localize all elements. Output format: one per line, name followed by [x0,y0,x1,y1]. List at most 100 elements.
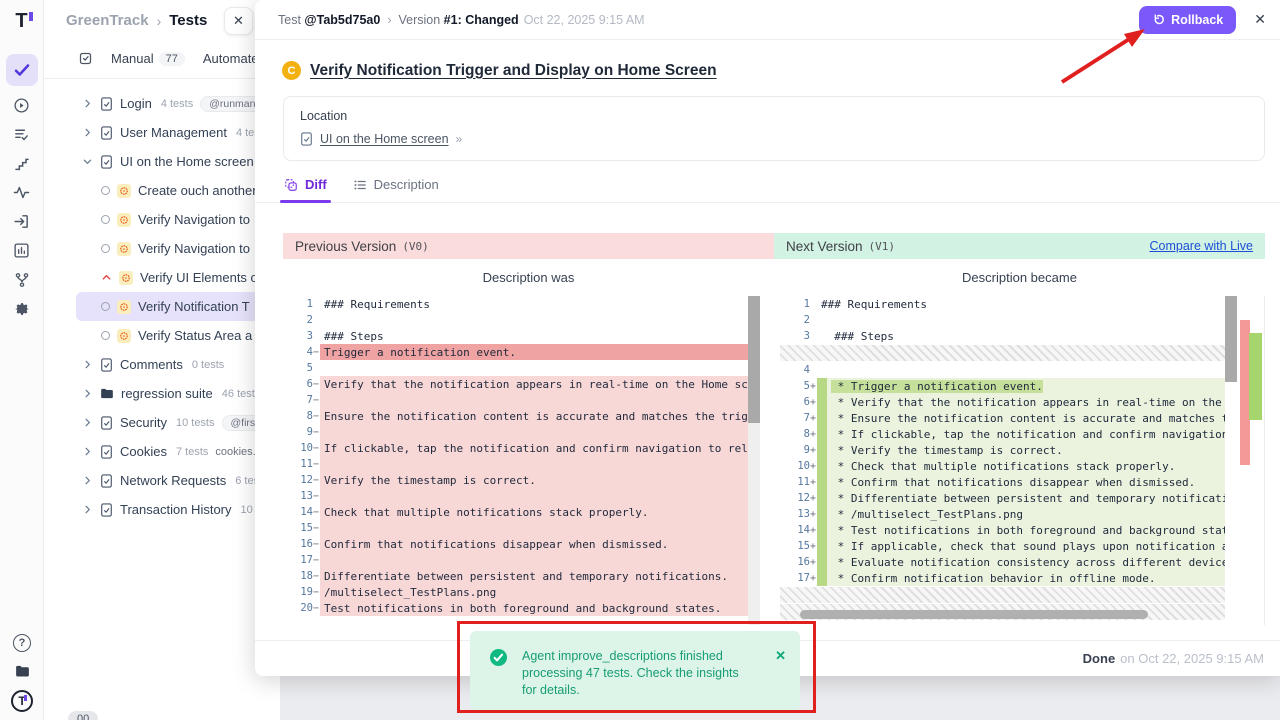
activity-icon[interactable] [6,179,38,206]
test-lists-icon[interactable] [6,121,38,148]
help-icon[interactable]: ? [6,629,38,656]
tree-test-row[interactable]: Verify Navigation to [44,234,280,263]
previous-diff-line: 4−Trigger a notification event. [283,344,748,360]
manual-count-badge: 77 [159,52,185,66]
test-title[interactable]: Verify Notification Trigger and Display … [310,62,717,80]
next-diff-line: 6+ * Verify that the notification appear… [780,394,1225,410]
projects-icon[interactable] [6,658,38,685]
tree-suite-row[interactable]: Login4 tests@runmanu [44,89,280,118]
spark-icon [119,271,133,285]
chevron-right-icon[interactable] [82,98,93,109]
status-circle-icon[interactable] [101,331,110,340]
tree-test-row[interactable]: Verify Notification T [76,292,280,321]
tree-suite-row[interactable]: Comments0 tests [44,350,280,379]
test-id[interactable]: @Tab5d75a0 [304,13,380,27]
previous-diff-line: 1### Requirements [283,296,748,312]
previous-diff-line: 15− [283,520,748,536]
chevron-right-icon[interactable] [82,388,93,399]
description-icon [353,178,367,192]
test-label: Test [278,13,301,27]
doc-icon [100,474,113,488]
version-label: Version [398,13,440,27]
sidebar-close-button[interactable]: ✕ [224,7,253,35]
spark-icon [117,213,131,227]
tree-suite-row[interactable]: Cookies7 testscookies.c [44,437,280,466]
previous-diff-line: 17− [283,552,748,568]
status-circle-icon[interactable] [101,302,110,311]
spark-icon [117,184,131,198]
left-pane-scrollbar[interactable] [748,296,760,625]
tab-description[interactable]: Description [353,177,439,202]
doc-icon [100,445,113,459]
modal-close-icon[interactable]: ✕ [1254,11,1266,28]
tree-suite-row[interactable]: Network Requests6 tests [44,466,280,495]
location-arrow: » [456,132,463,146]
previous-version-pane: 1### Requirements23### Steps4−Trigger a … [283,296,762,625]
tree-suite-row[interactable]: Transaction History10 tests [44,495,280,524]
tests-icon[interactable] [6,54,38,86]
tree-item-label: Cookies [120,444,167,459]
tree-suite-row[interactable]: regression suite46 tests [44,379,280,408]
chevron-right-icon[interactable] [82,446,93,457]
tab-manual[interactable]: Manual 77 [111,51,185,66]
right-pane-hscrollbar[interactable] [800,610,1148,619]
steps-icon[interactable] [6,150,38,177]
chevron-right-icon[interactable] [82,504,93,515]
spark-icon [117,329,131,343]
previous-diff-line: 5 [283,360,748,376]
reports-icon[interactable] [6,237,38,264]
location-link[interactable]: UI on the Home screen [320,132,449,146]
compare-with-live-link[interactable]: Compare with Live [1149,239,1253,253]
tree-item-label: Transaction History [120,502,232,517]
zoom-indicator[interactable]: 00 [68,711,98,720]
chevron-right-icon[interactable] [82,417,93,428]
next-diff-line: 17+ * Confirm notification behavior in o… [780,570,1225,586]
previous-diff-line: 8−Ensure the notification content is acc… [283,408,748,424]
next-diff-line: 9+ * Verify the timestamp is correct. [780,442,1225,458]
account-avatar[interactable]: T [6,687,38,714]
right-pane-scrollbar[interactable] [1225,296,1237,625]
header-separator: › [387,13,391,27]
collapse-caret-icon[interactable] [101,272,112,283]
next-diff-line: 16+ * Evaluate notification consistency … [780,554,1225,570]
next-diff-line: 5+ * Trigger a notification event. [780,378,1225,394]
status-circle-icon[interactable] [101,186,110,195]
breadcrumb-app[interactable]: GreenTrack [66,12,149,29]
diff-icon [284,178,298,192]
tree-test-row[interactable]: Create ouch another [44,176,280,205]
chevron-right-icon[interactable] [82,359,93,370]
branch-icon[interactable] [6,266,38,293]
location-label: Location [300,109,1248,123]
status-circle-icon[interactable] [101,244,110,253]
doc-icon [100,503,113,517]
status-circle-icon[interactable] [101,215,110,224]
tree-test-row[interactable]: Verify UI Elements o [44,263,280,292]
tree-test-row[interactable]: Verify Navigation to [44,205,280,234]
chevron-down-icon[interactable] [82,156,93,167]
next-diff-line: 13+ * /multiselect_TestPlans.png [780,506,1225,522]
select-tests-icon[interactable] [78,51,93,66]
previous-diff-line: 14−Check that multiple notifications sta… [283,504,748,520]
tree-item-label: User Management [120,125,227,140]
tab-diff[interactable]: Diff [284,177,327,202]
left-pane-caption: Description was [283,270,774,285]
previous-diff-line: 20−Test notifications in both foreground… [283,600,748,616]
runs-icon[interactable] [6,92,38,119]
tree-item-label: Login [120,96,152,111]
tree-suite-row[interactable]: UI on the Home screen [44,147,280,176]
tree-test-row[interactable]: Verify Status Area a [44,321,280,350]
tree-item-label: Verify Navigation to [138,241,250,256]
tree-suite-row[interactable]: Security10 tests@first [44,408,280,437]
next-diff-line: 4 [780,362,1225,378]
suite-doc-icon [300,132,313,146]
settings-icon[interactable] [6,295,38,322]
tree-item-label: Security [120,415,167,430]
import-icon[interactable] [6,208,38,235]
previous-diff-line: 19−/multiselect_TestPlans.png [283,584,748,600]
chevron-right-icon[interactable] [82,475,93,486]
version-date: Oct 22, 2025 9:15 AM [524,13,645,27]
tree-item-label: Verify Navigation to [138,212,250,227]
chevron-right-icon[interactable] [82,127,93,138]
doc-icon [100,97,113,111]
tree-suite-row[interactable]: User Management4 tests [44,118,280,147]
